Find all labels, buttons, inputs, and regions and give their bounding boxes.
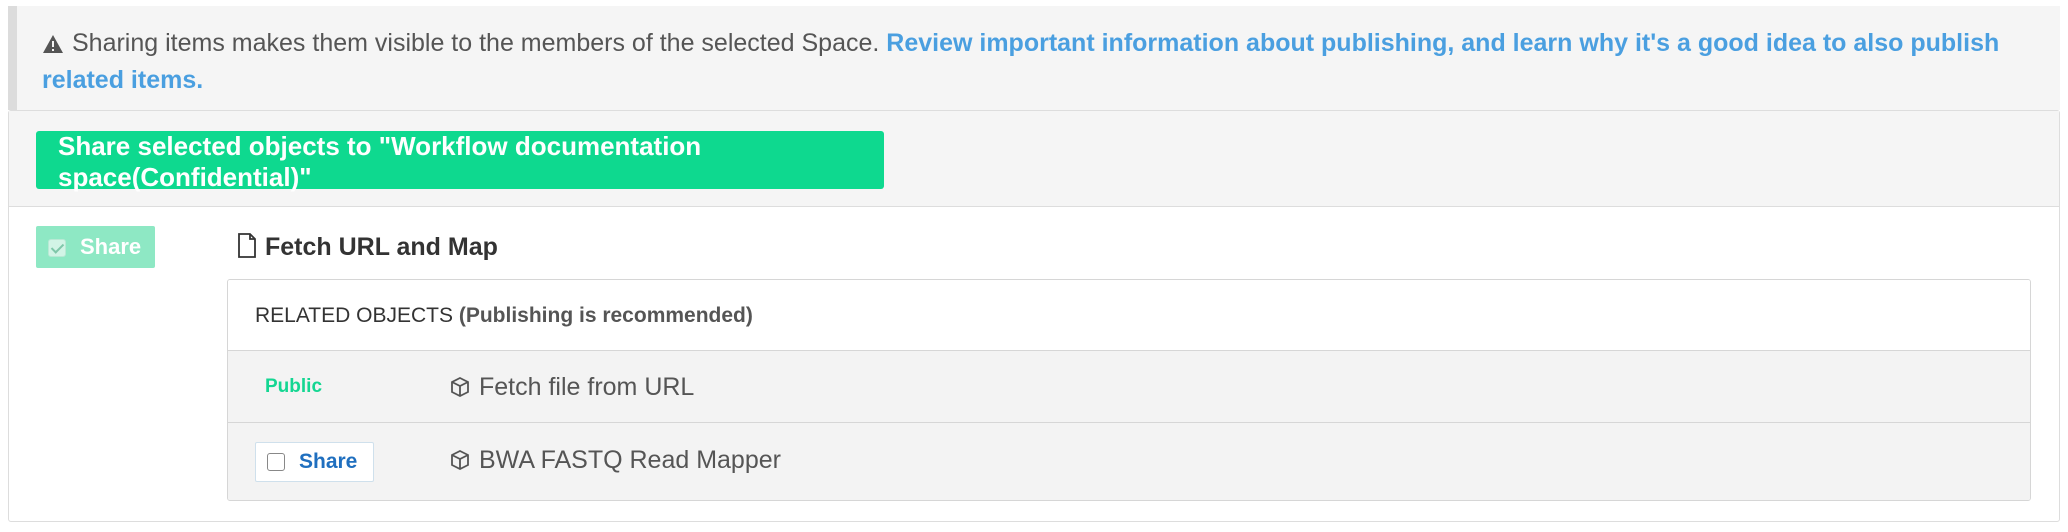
- related-objects-heading: RELATED OBJECTS: [255, 304, 453, 327]
- checkbox-unchecked-icon[interactable]: [267, 453, 285, 471]
- table-row: Share BWA FASTQ Read Mapper: [228, 423, 2030, 500]
- table-row: Public Fetch file from URL: [228, 351, 2030, 423]
- share-label: Share: [80, 234, 142, 259]
- checkbox-checked-icon[interactable]: [48, 239, 66, 257]
- document-icon: [237, 232, 257, 268]
- related-item-label: BWA FASTQ Read Mapper: [479, 446, 781, 474]
- public-status-badge: Public: [265, 376, 323, 397]
- related-objects-header: RELATED OBJECTS (Publishing is recommend…: [228, 280, 2030, 351]
- publish-notice: Sharing items makes them visible to the …: [8, 6, 2060, 110]
- object-title-text: Fetch URL and Map: [265, 233, 498, 261]
- related-item-share-checkbox[interactable]: Share: [255, 442, 374, 482]
- share-panel: Share selected objects to "Workflow docu…: [8, 110, 2060, 522]
- related-item-label: Fetch file from URL: [479, 373, 695, 401]
- related-item-name: Fetch file from URL: [449, 351, 694, 426]
- related-objects-subheading: (Publishing is recommended): [458, 304, 753, 327]
- notice-text: Sharing items makes them visible to the …: [72, 29, 887, 57]
- related-item-name: BWA FASTQ Read Mapper: [449, 423, 781, 500]
- related-objects-table: RELATED OBJECTS (Publishing is recommend…: [227, 279, 2031, 501]
- object-title: Fetch URL and Map: [237, 229, 498, 265]
- share-label: Share: [299, 450, 358, 473]
- cube-icon: [449, 426, 471, 500]
- warning-icon: [42, 29, 64, 63]
- share-selected-button[interactable]: Share selected objects to "Workflow docu…: [36, 131, 884, 192]
- main-object-share-checkbox[interactable]: Share: [36, 226, 155, 268]
- cube-icon: [449, 354, 471, 426]
- panel-header: Share selected objects to "Workflow docu…: [9, 111, 2059, 207]
